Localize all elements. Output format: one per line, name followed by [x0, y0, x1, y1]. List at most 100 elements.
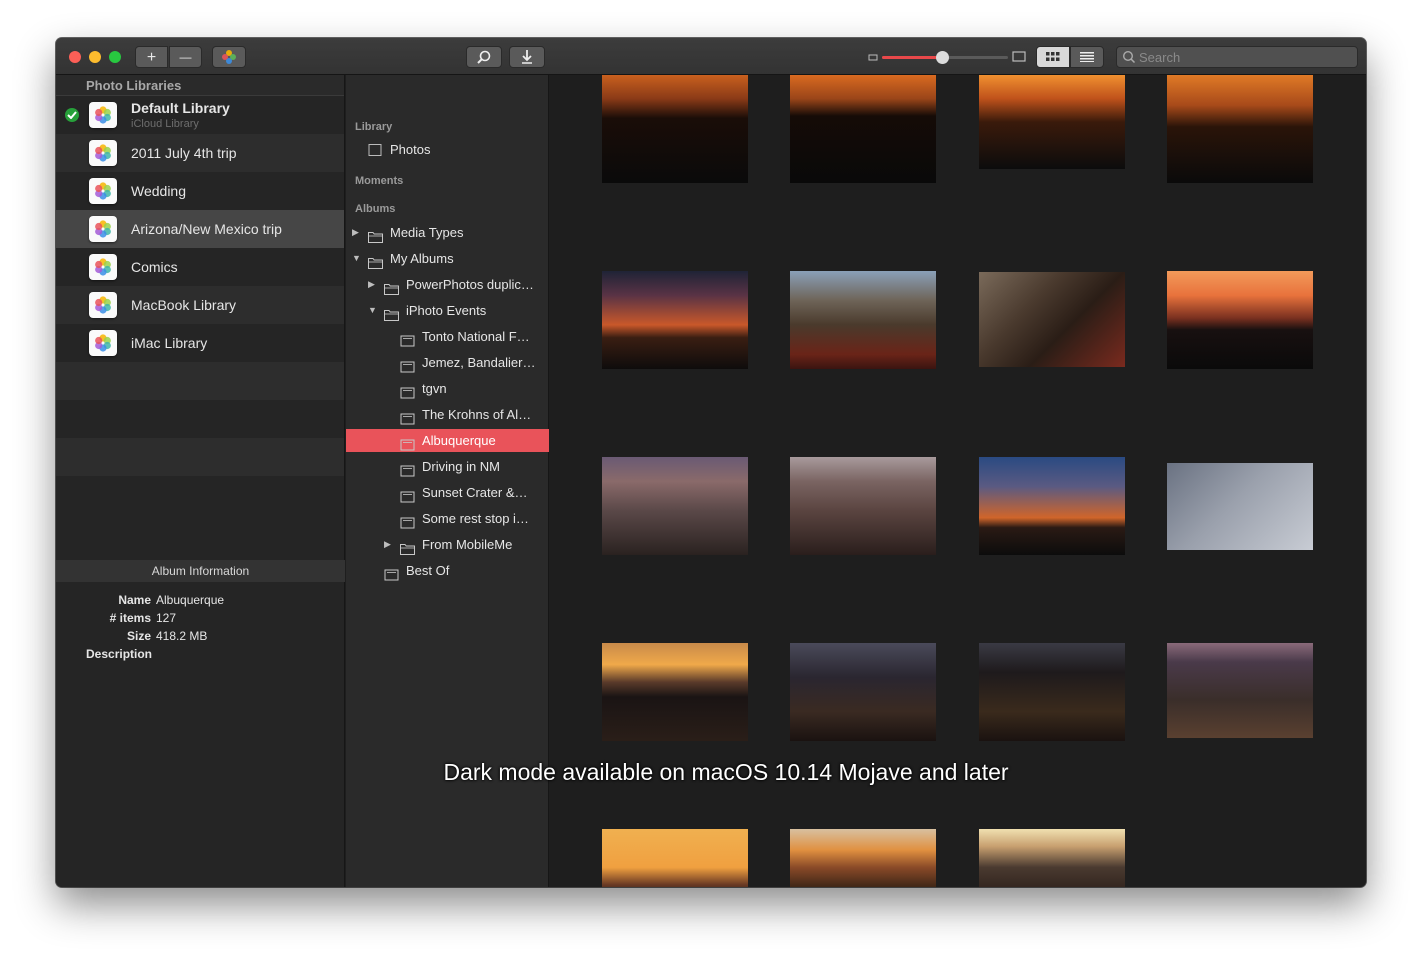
magnify-button[interactable]: [466, 46, 502, 68]
main-window: + — Search Photo Libraries Default Libra…: [56, 38, 1366, 887]
photo-thumbnail[interactable]: [790, 457, 936, 555]
photo-thumbnail[interactable]: [979, 643, 1125, 741]
photos-flower-icon: [95, 220, 111, 238]
library-icon: [89, 178, 117, 204]
photo-thumbnail[interactable]: [979, 829, 1125, 887]
photo-thumbnail[interactable]: [1167, 271, 1313, 369]
info-name-row: Name Albuquerque: [56, 593, 224, 607]
sidebar-item-album[interactable]: Albuquerque: [346, 429, 549, 452]
zoom-window-button[interactable]: [109, 51, 121, 63]
photo-thumbnail[interactable]: [979, 272, 1125, 367]
photo-thumbnail[interactable]: [790, 75, 936, 183]
sidebar-item-album[interactable]: ▼ iPhoto Events: [346, 299, 549, 322]
import-button[interactable]: [509, 46, 545, 68]
album-icon: [400, 383, 415, 399]
minimize-window-button[interactable]: [89, 51, 101, 63]
search-input[interactable]: [1139, 49, 1349, 65]
empty-row: [56, 476, 344, 514]
sidebar-item-label: Albuquerque: [422, 433, 496, 448]
empty-row: [56, 362, 344, 400]
sidebar-item-album[interactable]: Driving in NM: [346, 455, 549, 478]
album-icon: [400, 409, 415, 425]
sidebar-item-photos[interactable]: Photos: [346, 138, 549, 161]
toolbar: + —: [56, 38, 1366, 75]
sidebar-item-album[interactable]: ▶ PowerPhotos duplic…: [346, 273, 549, 296]
album-information-header: Album Information: [56, 560, 345, 582]
photo-thumbnail[interactable]: [602, 457, 748, 555]
disclosure-right-icon[interactable]: ▶: [384, 533, 391, 556]
sidebar-item-album[interactable]: tgvn: [346, 377, 549, 400]
photo-thumbnail[interactable]: [979, 457, 1125, 555]
sidebar-item-label: Photos: [390, 142, 431, 157]
library-row[interactable]: Default Library iCloud Library: [56, 96, 344, 134]
sidebar-item-label: PowerPhotos duplic…: [406, 277, 534, 292]
library-subtitle: iCloud Library: [131, 118, 199, 130]
library-row[interactable]: Comics: [56, 248, 344, 286]
disclosure-right-icon[interactable]: ▶: [352, 221, 359, 244]
download-arrow-icon: [522, 50, 532, 64]
photos-app-button[interactable]: [212, 46, 246, 68]
remove-button[interactable]: —: [169, 46, 202, 68]
library-row[interactable]: MacBook Library: [56, 286, 344, 324]
photo-thumbnail[interactable]: [790, 643, 936, 741]
sidebar-item-album[interactable]: ▶ Media Types: [346, 221, 549, 244]
photo-thumbnail[interactable]: [790, 829, 936, 887]
photos-square-icon: [368, 144, 382, 156]
album-icon: [400, 487, 415, 503]
photo-thumbnail[interactable]: [1167, 75, 1313, 183]
library-icon: [89, 140, 117, 166]
moments-section-header[interactable]: Moments: [355, 175, 403, 187]
photo-thumbnail[interactable]: [602, 643, 748, 741]
info-name-value: Albuquerque: [156, 593, 225, 607]
album-icon: [400, 331, 415, 347]
photo-libraries-panel: Photo Libraries Default Library iCloud Li…: [56, 75, 345, 887]
disclosure-down-icon[interactable]: ▼: [368, 299, 377, 322]
grid-view-button[interactable]: [1036, 46, 1070, 68]
sidebar-item-album[interactable]: Some rest stop i…: [346, 507, 549, 530]
close-window-button[interactable]: [69, 51, 81, 63]
sidebar-item-album[interactable]: ▼ My Albums: [346, 247, 549, 270]
albums-section-header: Albums: [355, 203, 396, 215]
search-icon: [1122, 50, 1136, 64]
sidebar-item-album[interactable]: The Krohns of Al…: [346, 403, 549, 426]
sidebar-item-album[interactable]: Jemez, Bandalier…: [346, 351, 549, 374]
library-row[interactable]: Wedding: [56, 172, 344, 210]
photo-thumbnail[interactable]: [979, 75, 1125, 169]
info-items-key: # items: [109, 611, 151, 625]
library-name: Default Library: [131, 100, 230, 116]
disclosure-down-icon[interactable]: ▼: [352, 247, 361, 270]
list-view-icon: [1080, 52, 1094, 63]
add-button[interactable]: +: [135, 46, 168, 68]
sidebar-item-album[interactable]: Tonto National F…: [346, 325, 549, 348]
sidebar-item-album[interactable]: ▶ From MobileMe: [346, 533, 549, 556]
photo-thumbnail[interactable]: [1167, 463, 1313, 550]
sidebar-item-label: Best Of: [406, 563, 450, 578]
library-icon: [89, 102, 117, 128]
photos-flower-icon: [95, 296, 111, 314]
disclosure-right-icon[interactable]: ▶: [368, 273, 375, 296]
sidebar-item-label: Jemez, Bandalier…: [422, 355, 536, 370]
zoom-slider-knob[interactable]: [936, 51, 950, 64]
photo-thumbnail[interactable]: [602, 75, 748, 183]
photo-libraries-header: Photo Libraries: [56, 75, 344, 96]
grid-view-icon: [1046, 52, 1060, 61]
sidebar-item-album[interactable]: Best Of: [346, 559, 549, 582]
sidebar-item-label: From MobileMe: [422, 537, 513, 552]
photo-thumbnail[interactable]: [1167, 643, 1313, 738]
photos-flower-icon: [95, 258, 111, 276]
list-view-button[interactable]: [1070, 46, 1104, 68]
photo-thumbnail[interactable]: [602, 271, 748, 369]
sidebar-item-album[interactable]: Sunset Crater &…: [346, 481, 549, 504]
library-row[interactable]: Arizona/New Mexico trip: [56, 210, 344, 248]
photos-flower-icon: [95, 106, 111, 124]
photos-flower-icon: [95, 144, 111, 162]
library-row[interactable]: 2011 July 4th trip: [56, 134, 344, 172]
search-field[interactable]: [1116, 46, 1358, 68]
photo-thumbnail[interactable]: [790, 271, 936, 369]
library-name: Wedding: [131, 183, 187, 199]
marketing-caption: Dark mode available on macOS 10.14 Mojav…: [443, 759, 1009, 785]
info-size-value: 418.2 MB: [156, 629, 208, 643]
photo-thumbnail[interactable]: [602, 829, 748, 887]
album-icon: [400, 513, 415, 529]
library-row[interactable]: iMac Library: [56, 324, 344, 362]
